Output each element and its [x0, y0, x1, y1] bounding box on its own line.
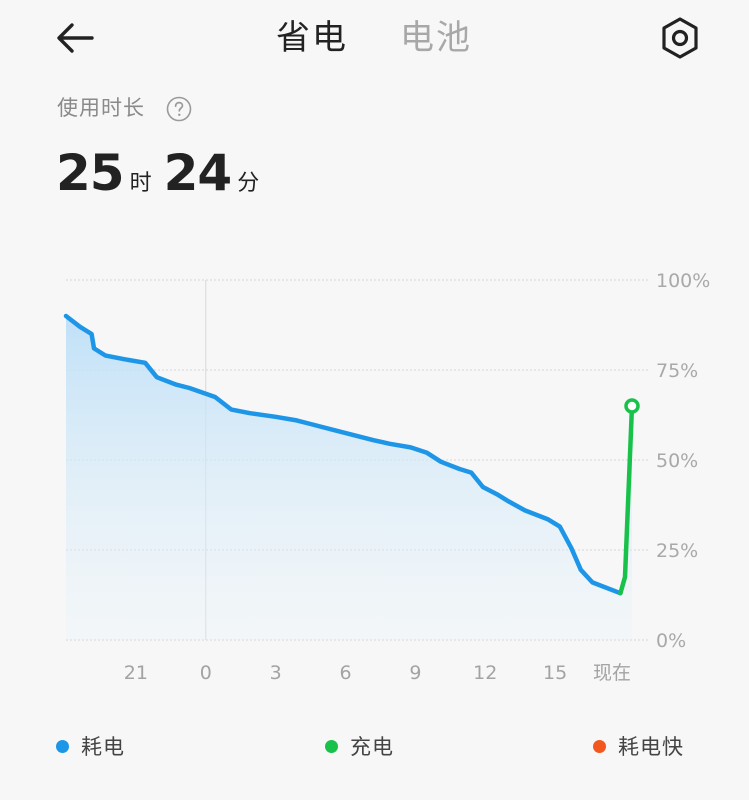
x-tick-label: 12: [473, 662, 497, 684]
usage-hours-unit: 时: [129, 171, 152, 196]
usage-duration: 25 时 24 分: [56, 142, 271, 204]
battery-level-chart[interactable]: 100% 75% 50% 25% 0% 21 0 3 6 9 12 15 现在: [0, 260, 749, 700]
usage-hours-value: 25: [56, 144, 125, 202]
legend-dot-discharge: [56, 739, 69, 753]
battery-area-fill: [66, 316, 632, 640]
legend-label-fast-drain: 耗电快: [618, 735, 684, 759]
y-tick-label: 75%: [656, 360, 698, 382]
back-button[interactable]: [52, 18, 100, 58]
y-tick-label: 25%: [656, 540, 698, 562]
settings-gear-icon: [662, 17, 698, 59]
legend-dot-fast-drain: [593, 739, 606, 753]
x-tick-label: 9: [409, 662, 421, 684]
y-tick-label: 0%: [656, 630, 686, 652]
x-tick-label: 15: [543, 662, 567, 684]
current-level-marker: [624, 398, 640, 414]
legend-item-charging: 充电: [325, 728, 394, 764]
tab-power-saving[interactable]: 省电: [276, 16, 348, 60]
help-button[interactable]: [166, 96, 192, 122]
legend-item-fast-drain: 耗电快: [593, 728, 684, 764]
top-bar: 省电 电池: [0, 0, 749, 80]
legend-label-discharge: 耗电: [81, 735, 125, 759]
x-tick-label: 21: [124, 662, 148, 684]
y-tick-label: 100%: [656, 270, 710, 292]
legend-label-charging: 充电: [350, 735, 394, 759]
usage-minutes-unit: 分: [237, 171, 260, 196]
usage-minutes-value: 24: [163, 144, 233, 202]
y-tick-label: 50%: [656, 450, 698, 472]
battery-usage-screen: 省电 电池 使用时长 25 时 24 分 100% 75% 50% 25% 0%…: [0, 0, 749, 800]
usage-duration-label: 使用时长: [57, 96, 145, 120]
x-tick-label: 0: [200, 662, 212, 684]
legend-dot-charging: [325, 739, 338, 753]
arrow-left-icon: [57, 23, 94, 53]
x-tick-label: 6: [339, 662, 351, 684]
x-tick-label: 现在: [593, 662, 631, 684]
chart-legend: 耗电 充电 耗电快: [0, 728, 749, 764]
legend-item-discharge: 耗电: [56, 728, 125, 764]
tab-battery[interactable]: 电池: [400, 16, 472, 60]
settings-button[interactable]: [658, 15, 702, 61]
x-tick-label: 3: [270, 662, 282, 684]
battery-chart-svg: 100% 75% 50% 25% 0% 21 0 3 6 9 12 15 现在: [63, 270, 710, 684]
help-circle-icon: [166, 96, 192, 122]
